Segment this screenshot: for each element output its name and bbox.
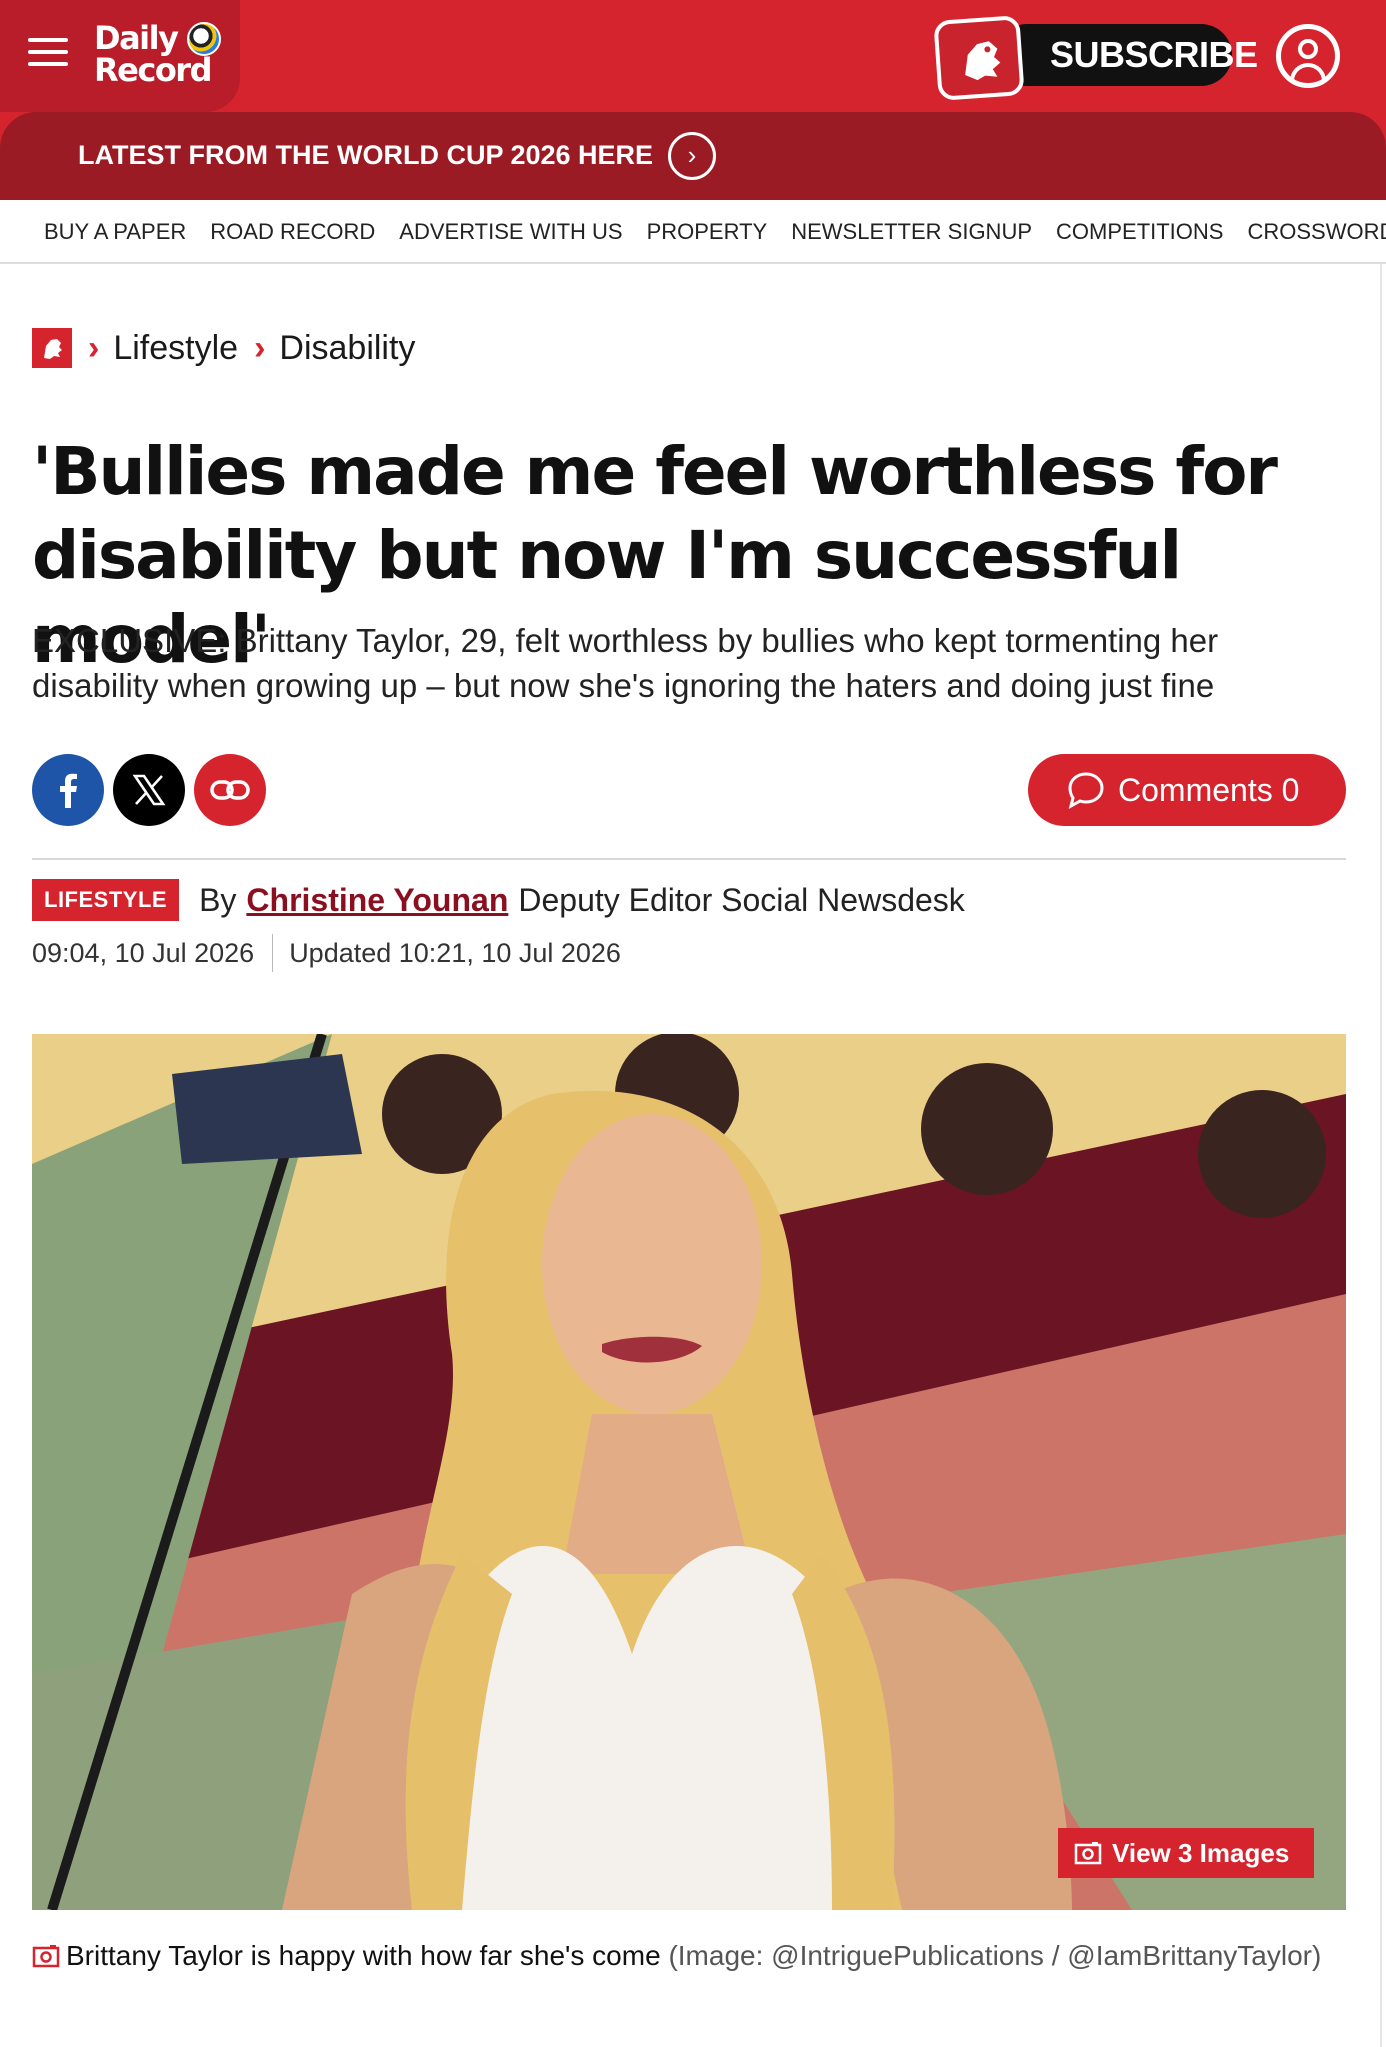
breadcrumb: › Lifestyle › Disability bbox=[32, 326, 415, 370]
author-role: Deputy Editor Social Newsdesk bbox=[518, 881, 965, 918]
world-cup-banner-text: LATEST FROM THE WORLD CUP 2026 HERE bbox=[78, 140, 654, 170]
lion-icon bbox=[933, 15, 1025, 101]
updated-date: Updated 10:21, 10 Jul 2026 bbox=[289, 937, 621, 968]
home-lion-icon[interactable] bbox=[32, 328, 72, 368]
view-images-label: View 3 Images bbox=[1112, 1837, 1290, 1868]
subscribe-button[interactable]: SUBSCRIBE bbox=[933, 15, 1258, 101]
author-link[interactable]: Christine Younan bbox=[246, 882, 508, 919]
view-images-button[interactable]: View 3 Images bbox=[1058, 1828, 1314, 1878]
camera-icon bbox=[32, 1938, 60, 1982]
copy-link-button[interactable] bbox=[194, 754, 266, 826]
menu-icon[interactable] bbox=[28, 38, 68, 68]
breadcrumb-disability[interactable]: Disability bbox=[279, 329, 415, 368]
article-dates: 09:04, 10 Jul 2026 Updated 10:21, 10 Jul… bbox=[32, 934, 621, 972]
divider bbox=[32, 858, 1346, 860]
image-credit: (Image: @IntriguePublications / @IamBrit… bbox=[668, 1940, 1322, 1971]
image-caption: Brittany Taylor is happy with how far sh… bbox=[32, 1934, 1332, 1982]
logo-line-2: Record bbox=[94, 51, 212, 89]
comments-button[interactable]: Comments 0 bbox=[1028, 754, 1346, 826]
gallery-icon bbox=[1074, 1842, 1102, 1865]
by-label: By bbox=[199, 881, 237, 918]
nav-item-competitions[interactable]: COMPETITIONS bbox=[1056, 200, 1223, 262]
account-icon[interactable] bbox=[1276, 24, 1340, 88]
chevron-right-icon: › bbox=[88, 328, 100, 367]
article-standfirst: EXCLUSIVE: Brittany Taylor, 29, felt wor… bbox=[32, 622, 1219, 704]
breadcrumb-lifestyle[interactable]: Lifestyle bbox=[113, 329, 238, 368]
chevron-right-icon: › bbox=[668, 132, 716, 180]
nav-item-road-record[interactable]: ROAD RECORD bbox=[210, 200, 375, 262]
share-bar bbox=[32, 754, 266, 826]
subscribe-label: SUBSCRIBE bbox=[996, 24, 1258, 86]
site-header: Daily Record SUBSCRIBE LATEST FROM THE W… bbox=[0, 0, 1386, 200]
football-icon bbox=[187, 22, 221, 56]
speech-bubble-icon bbox=[1068, 772, 1104, 809]
nav-item-property[interactable]: PROPERTY bbox=[647, 200, 768, 262]
world-cup-banner[interactable]: LATEST FROM THE WORLD CUP 2026 HERE › bbox=[0, 112, 1386, 200]
daily-record-logo[interactable]: Daily Record bbox=[94, 18, 274, 92]
facebook-icon bbox=[60, 773, 77, 808]
facebook-share-button[interactable] bbox=[32, 754, 104, 826]
top-nav: BUY A PAPER ROAD RECORD ADVERTISE WITH US P… bbox=[0, 200, 1386, 264]
nav-item-buy-a-paper[interactable]: BUY A PAPER bbox=[44, 200, 186, 262]
nav-item-advertise[interactable]: ADVERTISE WITH US bbox=[399, 200, 622, 262]
published-date: 09:04, 10 Jul 2026 bbox=[32, 937, 255, 968]
scroll-edge bbox=[1380, 264, 1382, 2047]
section-tag[interactable]: LIFESTYLE bbox=[32, 879, 180, 921]
logo-line-1: Daily bbox=[94, 19, 179, 57]
date-separator bbox=[272, 934, 274, 972]
byline: LIFESTYLE By Christine Younan Deputy Edi… bbox=[32, 876, 965, 924]
nav-item-crossword[interactable]: CROSSWORD bbox=[1247, 200, 1386, 262]
x-share-button[interactable] bbox=[113, 754, 185, 826]
caption-text: Brittany Taylor is happy with how far sh… bbox=[66, 1940, 661, 1971]
chevron-right-icon: › bbox=[254, 328, 266, 367]
link-icon bbox=[210, 780, 250, 800]
hero-image[interactable] bbox=[32, 1034, 1346, 1910]
comments-label: Comments 0 bbox=[1118, 771, 1300, 808]
nav-item-newsletter-signup[interactable]: NEWSLETTER SIGNUP bbox=[791, 200, 1032, 262]
x-icon bbox=[132, 774, 166, 806]
